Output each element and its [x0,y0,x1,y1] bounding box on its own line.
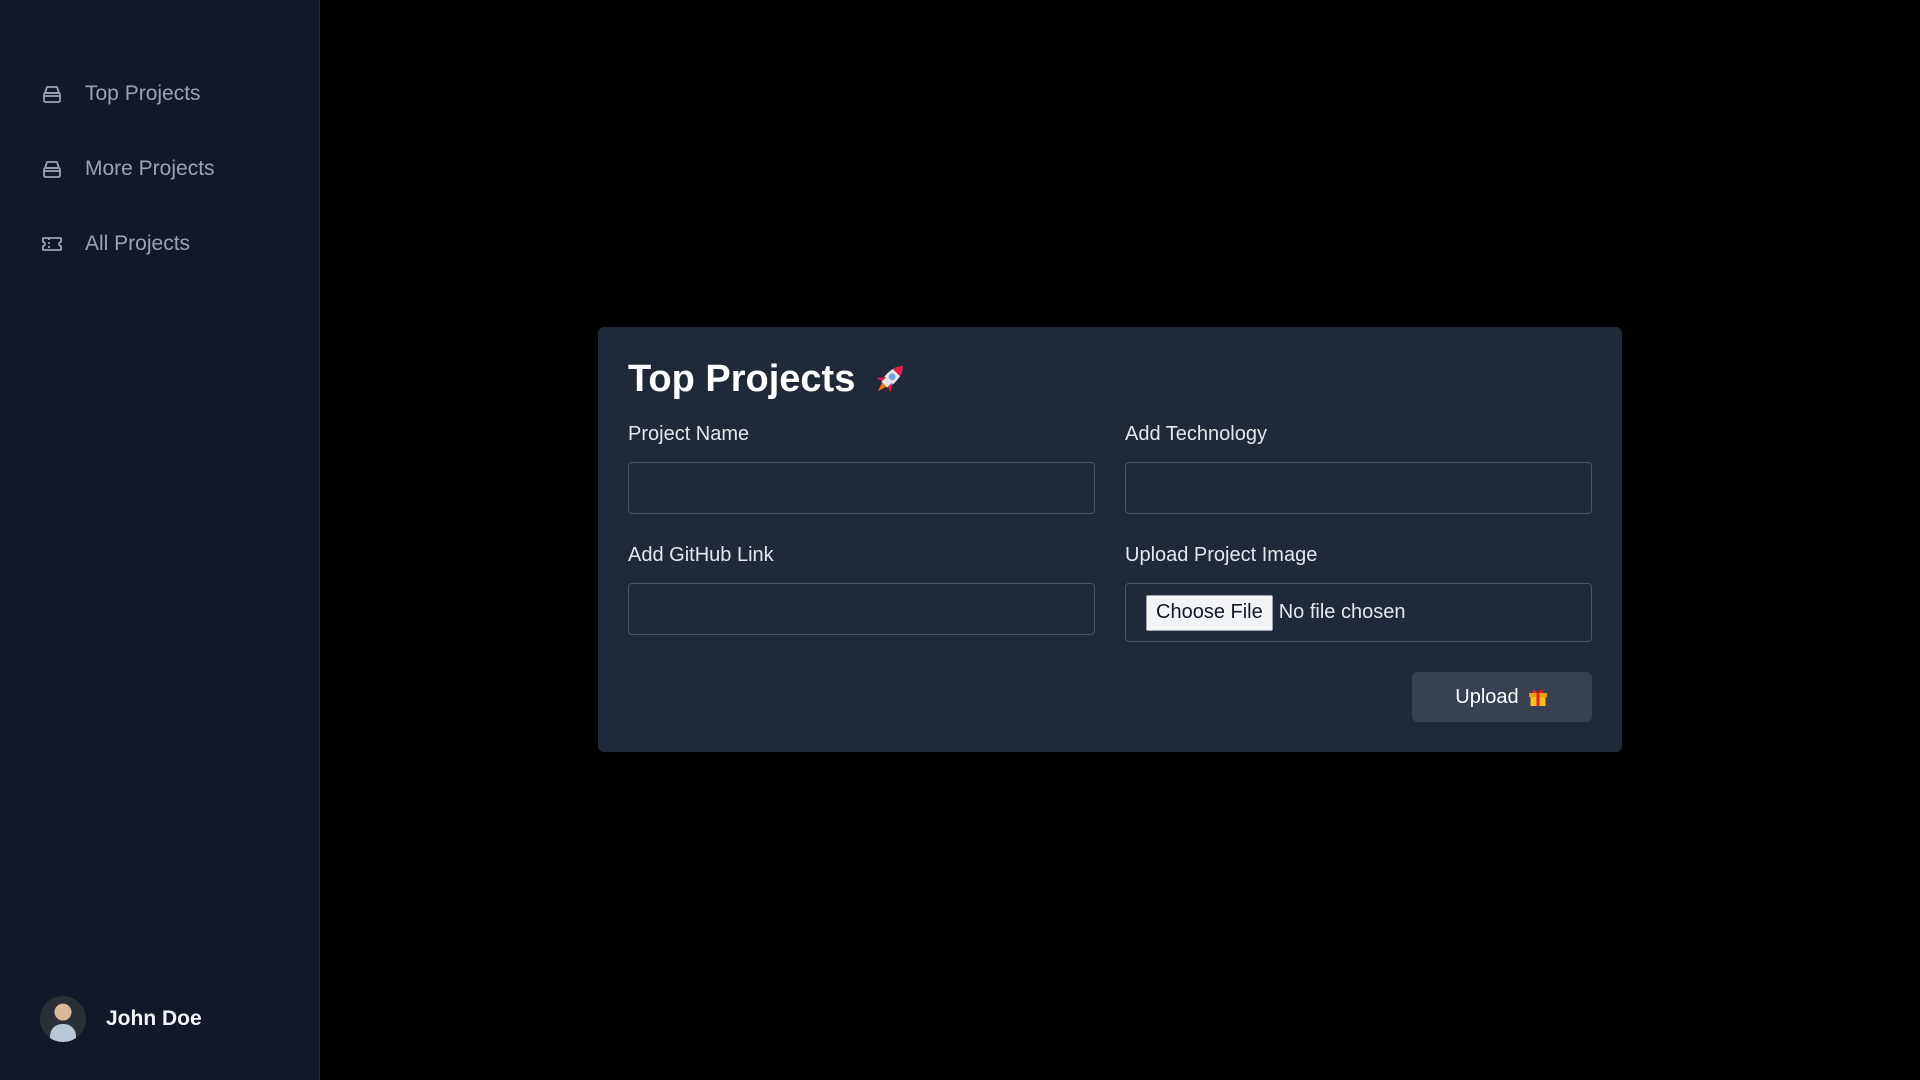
upload-button-label: Upload [1455,685,1519,708]
box-icon [40,82,64,106]
project-name-label: Project Name [628,423,750,445]
choose-file-button[interactable]: Choose File [1146,594,1273,631]
ticket-icon [40,232,64,256]
project-name-input[interactable] [628,462,1095,514]
user-profile[interactable]: John Doe [40,996,202,1042]
github-link-input[interactable] [628,583,1095,635]
technology-label: Add Technology [1125,423,1267,445]
user-name: John Doe [106,1007,202,1030]
technology-input[interactable] [1125,462,1592,514]
rocket-icon [869,358,911,400]
form-grid: Project Name Add Technology Add GitHub L… [628,421,1592,670]
sidebar-item-label: More Projects [85,157,215,180]
project-form-card: Top Projects Project Name Add Technology [598,327,1622,752]
sidebar-item-more-projects[interactable]: More Projects [0,145,319,193]
sidebar-item-top-projects[interactable]: Top Projects [0,70,319,118]
image-upload-field: Upload Project Image Choose File No file… [1125,542,1592,642]
github-field: Add GitHub Link [628,542,1095,642]
sidebar-item-label: Top Projects [85,82,201,105]
box-icon [40,157,64,181]
technology-field: Add Technology [1125,421,1592,514]
page-title-text: Top Projects [628,357,856,400]
upload-button[interactable]: Upload [1412,672,1592,722]
gift-icon [1527,686,1549,708]
github-label: Add GitHub Link [628,544,774,566]
sidebar-item-label: All Projects [85,232,191,255]
sidebar: Top Projects More Projects All Projects [0,0,320,1080]
sidebar-item-all-projects[interactable]: All Projects [0,220,319,268]
image-upload-label: Upload Project Image [1125,544,1318,566]
project-name-field: Project Name [628,421,1095,514]
form-actions: Upload [1412,672,1592,722]
avatar [40,996,86,1042]
file-input[interactable]: Choose File No file chosen [1125,583,1592,642]
page-title: Top Projects [628,357,1592,401]
sidebar-nav: Top Projects More Projects All Projects [0,70,319,295]
file-status: No file chosen [1278,601,1406,623]
